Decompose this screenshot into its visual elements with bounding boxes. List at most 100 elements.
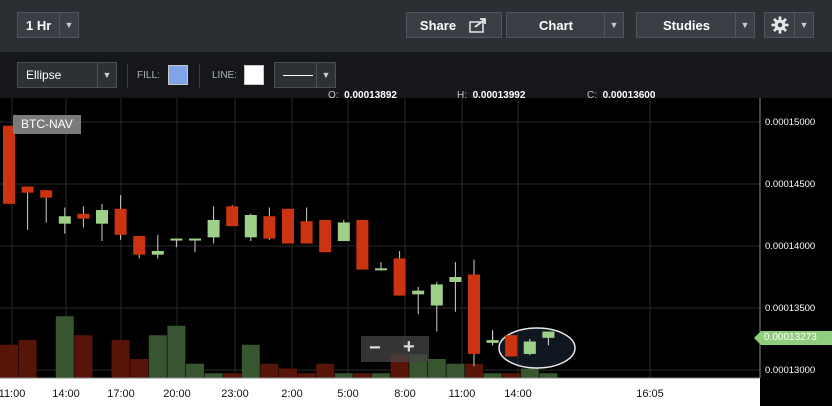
- volume-bar: [297, 373, 316, 378]
- candle-body: [21, 186, 34, 193]
- volume-bar: [167, 325, 186, 378]
- chart-type-label: Chart: [539, 17, 573, 33]
- candle-body: [449, 277, 462, 282]
- x-tick-label: 16:05: [636, 388, 664, 400]
- share-icon: [469, 18, 486, 33]
- volume-bar: [353, 373, 372, 378]
- zoom-out-button[interactable]: −: [369, 337, 381, 360]
- drawing-tool-dropdown[interactable]: Ellipse ▼: [17, 62, 117, 88]
- drawing-tool-label: Ellipse: [26, 68, 62, 82]
- current-price-value: 0.00013273: [764, 332, 817, 343]
- zoom-controls: − +: [361, 336, 429, 362]
- share-button[interactable]: Share: [406, 12, 502, 38]
- y-tick-label: 0.00014500: [765, 179, 815, 190]
- chevron-down-icon: ▼: [59, 13, 78, 37]
- volume-bar: [502, 373, 521, 378]
- x-tick-label: 17:00: [107, 388, 135, 400]
- candle-body: [505, 335, 518, 357]
- volume-bar: [186, 363, 204, 378]
- studies-label: Studies: [663, 17, 710, 33]
- volume-bar: [74, 335, 93, 378]
- volume-bar: [520, 368, 539, 378]
- candle-body: [133, 236, 146, 255]
- candle-body: [282, 208, 294, 244]
- zoom-in-button[interactable]: +: [403, 336, 415, 359]
- gear-icon: [771, 16, 789, 34]
- chevron-down-icon: ▼: [316, 63, 335, 87]
- candle-body: [207, 219, 220, 238]
- candle-body: [356, 219, 369, 270]
- volume-bar: [483, 373, 502, 378]
- interval-dropdown[interactable]: 1 Hr ▼: [17, 12, 79, 38]
- candle-body: [468, 274, 480, 354]
- candle-body: [319, 219, 332, 253]
- candle-body: [189, 238, 201, 241]
- x-axis: 11:00 14:00 17:00 20:00 23:00 2:00 5:00 8:00 11:…: [0, 377, 760, 406]
- candle-body: [542, 331, 555, 338]
- symbol-label: BTC-NAV: [13, 115, 81, 134]
- volume-bar: [18, 340, 37, 378]
- candle-body: [486, 340, 499, 343]
- x-tick-label: 14:00: [52, 388, 80, 400]
- candle-body: [58, 216, 71, 224]
- chevron-down-icon: ▼: [735, 13, 754, 37]
- candle-body: [40, 190, 53, 198]
- volume-bar: [539, 373, 558, 378]
- divider: [199, 64, 200, 88]
- candle-body: [114, 208, 127, 235]
- y-tick-label: 0.00015000: [765, 117, 815, 128]
- volume-bar: [372, 373, 390, 378]
- fill-label: FILL:: [137, 70, 160, 81]
- candle-body: [77, 213, 90, 219]
- chevron-down-icon: ▼: [604, 13, 623, 37]
- drawing-toolbar: Ellipse ▼ FILL: LINE: ▼: [0, 52, 832, 98]
- chart-type-dropdown[interactable]: Chart ▼: [506, 12, 624, 38]
- x-tick-label: 11:00: [0, 388, 25, 400]
- volume-bar: [241, 344, 260, 378]
- candle-body: [523, 341, 536, 354]
- studies-dropdown[interactable]: Studies ▼: [636, 12, 755, 38]
- candle-body: [170, 238, 183, 241]
- candle-body: [337, 222, 350, 242]
- line-style-icon: [283, 74, 313, 76]
- volume-bar: [279, 368, 297, 378]
- x-tick-label: 14:00: [504, 388, 532, 400]
- candle-body: [375, 268, 387, 271]
- candle-body: [300, 221, 313, 244]
- x-tick-label: 2:00: [281, 388, 302, 400]
- x-tick-label: 23:00: [221, 388, 249, 400]
- x-tick-label: 11:00: [449, 388, 476, 400]
- settings-dropdown[interactable]: ▼: [764, 12, 814, 38]
- ellipse-annotation: [486, 327, 576, 369]
- x-tick-label: 5:00: [337, 388, 358, 400]
- volume-bar: [204, 373, 223, 378]
- volume-bar: [55, 316, 74, 378]
- candle-body: [3, 125, 15, 204]
- chevron-down-icon: ▼: [794, 13, 813, 37]
- volume-bar: [316, 363, 335, 378]
- candle-body: [393, 258, 406, 296]
- line-color-swatch[interactable]: [244, 65, 264, 85]
- volume-bar: [148, 335, 167, 378]
- volume-bar: [223, 373, 242, 378]
- line-style-dropdown[interactable]: ▼: [274, 62, 336, 88]
- candle-body: [96, 210, 108, 224]
- candle-body: [226, 206, 239, 227]
- fill-color-swatch[interactable]: [168, 65, 188, 85]
- current-price-tag: 0.00013273: [754, 331, 832, 345]
- interval-label: 1 Hr: [26, 17, 52, 33]
- volume-bar: [130, 359, 149, 378]
- share-label: Share: [419, 17, 457, 33]
- y-tick-label: 0.00013000: [765, 365, 815, 376]
- symbol-text: BTC-NAV: [21, 117, 73, 131]
- y-tick-label: 0.00013500: [765, 303, 815, 314]
- x-tick-label: 20:00: [163, 388, 191, 400]
- volume-bar: [111, 340, 130, 378]
- candle-body: [430, 284, 443, 306]
- volume-bar: [260, 363, 279, 378]
- chevron-down-icon: ▼: [97, 63, 116, 87]
- line-label: LINE:: [212, 70, 238, 81]
- top-toolbar: 1 Hr ▼ Share Chart ▼ Studies ▼ ▼: [0, 0, 832, 52]
- divider: [127, 64, 128, 88]
- candle-body: [151, 250, 164, 255]
